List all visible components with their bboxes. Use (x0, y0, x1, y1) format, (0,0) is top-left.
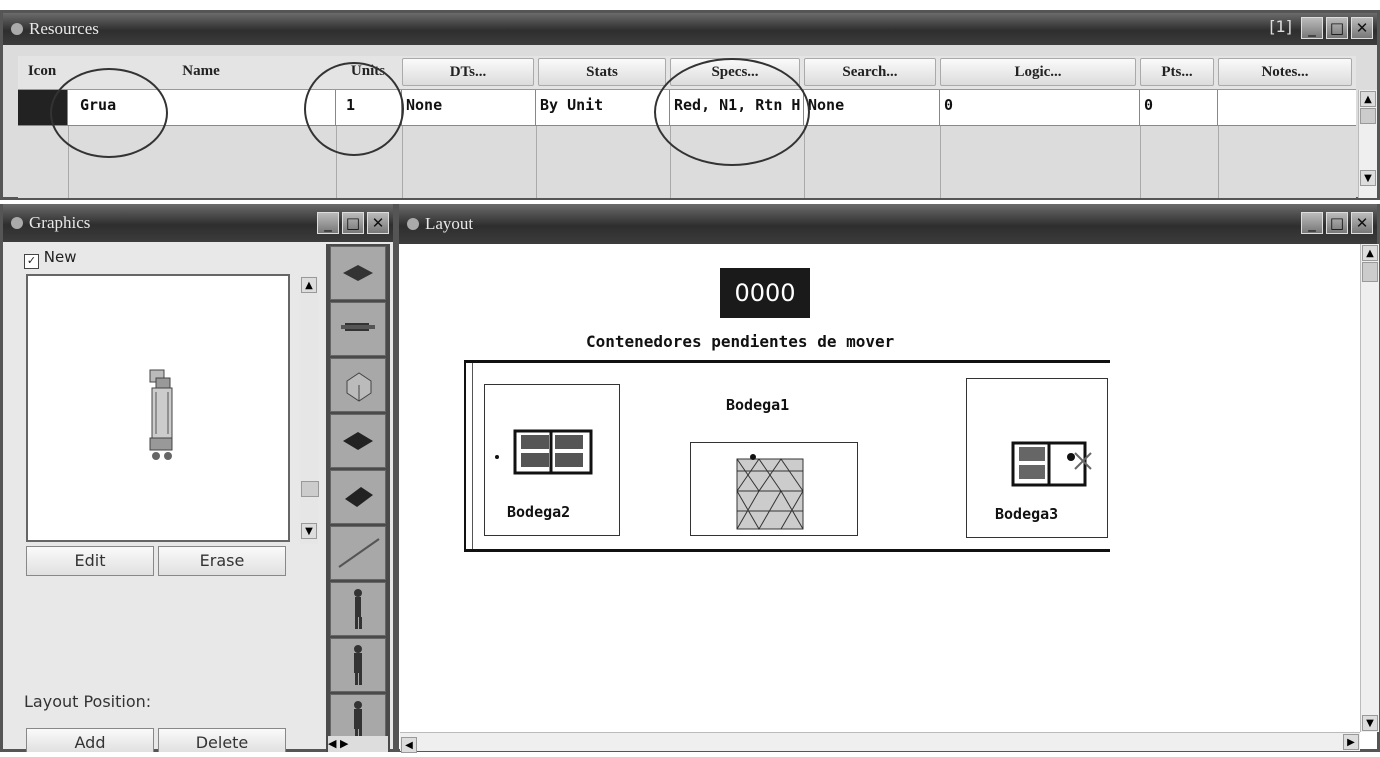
layout-position-label: Layout Position: (24, 692, 152, 711)
edit-button[interactable]: Edit (26, 546, 154, 576)
resource-notes-cell[interactable] (1218, 90, 1356, 125)
col-icon-header: Icon (27, 63, 57, 79)
resource-pts-cell[interactable]: 0 (1140, 90, 1218, 125)
palette-rail-icon[interactable] (330, 526, 386, 580)
resource-logic-cell[interactable]: 0 (940, 90, 1140, 125)
close-icon[interactable]: ✕ (1351, 17, 1373, 39)
search-button[interactable]: Search... (804, 58, 936, 86)
layout-vscrollbar[interactable]: ▲ ▼ (1360, 244, 1379, 732)
resources-window-icon (11, 23, 23, 35)
pending-label: Contenedores pendientes de mover (586, 332, 895, 351)
counter-display: 0000 (720, 268, 810, 318)
new-checkbox-row[interactable]: ✓ New (24, 248, 77, 269)
bodega1-label: Bodega1 (726, 396, 790, 414)
annotation-circle-name (50, 68, 168, 158)
graphics-titlebar[interactable]: Graphics _ □ ✕ (3, 204, 393, 242)
resources-titlebar[interactable]: Resources [1] _ □ ✕ (3, 13, 1377, 45)
palette-pallet-icon-3[interactable] (330, 470, 386, 524)
graphics-scroll-up-icon[interactable]: ▲ (301, 277, 317, 293)
graphic-preview[interactable] (26, 274, 290, 542)
graphics-scrollbar[interactable]: ▲ ▼ (300, 276, 319, 544)
resources-number-button[interactable]: [1] (1263, 17, 1298, 39)
bodega2-box[interactable]: Bodega2 (484, 384, 620, 536)
maximize-icon[interactable]: □ (1326, 17, 1348, 39)
graphics-title: Graphics (29, 213, 91, 232)
resource-dts-cell[interactable]: None (402, 90, 536, 125)
graphics-close-icon[interactable]: ✕ (367, 212, 389, 234)
layout-scroll-down-icon[interactable]: ▼ (1362, 715, 1378, 731)
graphics-maximize-icon[interactable]: □ (342, 212, 364, 234)
resource-stats-cell[interactable]: By Unit (536, 90, 670, 125)
graphics-window-icon (11, 217, 23, 229)
layout-minimize-icon[interactable]: _ (1301, 212, 1323, 234)
palette-pallet-icon-2[interactable] (330, 414, 386, 468)
scroll-up-icon[interactable]: ▲ (1360, 91, 1376, 107)
minimize-icon[interactable]: _ (1301, 17, 1323, 39)
layout-scroll-left-icon[interactable]: ◀ (401, 737, 417, 753)
bodega3-box[interactable]: Bodega3 (966, 378, 1108, 538)
dts-button[interactable]: DTs... (402, 58, 534, 86)
new-checkbox[interactable]: ✓ (24, 254, 39, 269)
bodega3-label: Bodega3 (995, 505, 1059, 523)
graphics-minimize-icon[interactable]: _ (317, 212, 339, 234)
layout-window-icon (407, 218, 419, 230)
resources-scrollbar[interactable]: ▲ ▼ (1358, 90, 1377, 198)
palette-truck-icon[interactable] (330, 302, 386, 356)
add-button[interactable]: Add (26, 728, 154, 752)
palette-pallet-icon[interactable] (330, 246, 386, 300)
scroll-down-icon[interactable]: ▼ (1360, 170, 1376, 186)
palette-scroll[interactable]: ◀ ▶ (328, 736, 388, 752)
erase-button[interactable]: Erase (158, 546, 286, 576)
layout-close-icon[interactable]: ✕ (1351, 212, 1373, 234)
pts-button[interactable]: Pts... (1140, 58, 1214, 86)
resources-title: Resources (29, 19, 99, 38)
crane-icon (149, 369, 173, 460)
logic-button[interactable]: Logic... (940, 58, 1136, 86)
layout-titlebar[interactable]: Layout _ □ ✕ (399, 204, 1377, 244)
palette-worker-icon[interactable] (330, 582, 386, 636)
annotation-circle-specs (654, 58, 810, 166)
layout-maximize-icon[interactable]: □ (1326, 212, 1348, 234)
notes-button[interactable]: Notes... (1218, 58, 1352, 86)
graphics-scroll-down-icon[interactable]: ▼ (301, 523, 317, 539)
annotation-circle-units (304, 62, 404, 156)
bodega3-shelf-icon (1011, 441, 1092, 487)
stats-button[interactable]: Stats (538, 58, 666, 86)
bodega1-box[interactable] (690, 442, 858, 536)
layout-scroll-up-icon[interactable]: ▲ (1362, 245, 1378, 261)
palette-worker-icon-2[interactable] (330, 638, 386, 692)
new-label: New (43, 248, 77, 266)
delete-button[interactable]: Delete (158, 728, 286, 752)
graphic-palette (326, 244, 390, 752)
container-stack-icon (736, 454, 804, 530)
resource-search-cell[interactable]: None (804, 90, 940, 125)
bodega2-shelf-icon (513, 429, 593, 475)
layout-title: Layout (425, 214, 474, 233)
bodega2-label: Bodega2 (507, 503, 571, 521)
palette-box-icon[interactable] (330, 358, 386, 412)
layout-hscrollbar[interactable]: ◀ ▶ (400, 732, 1360, 753)
layout-scroll-right-icon[interactable]: ▶ (1343, 734, 1359, 750)
